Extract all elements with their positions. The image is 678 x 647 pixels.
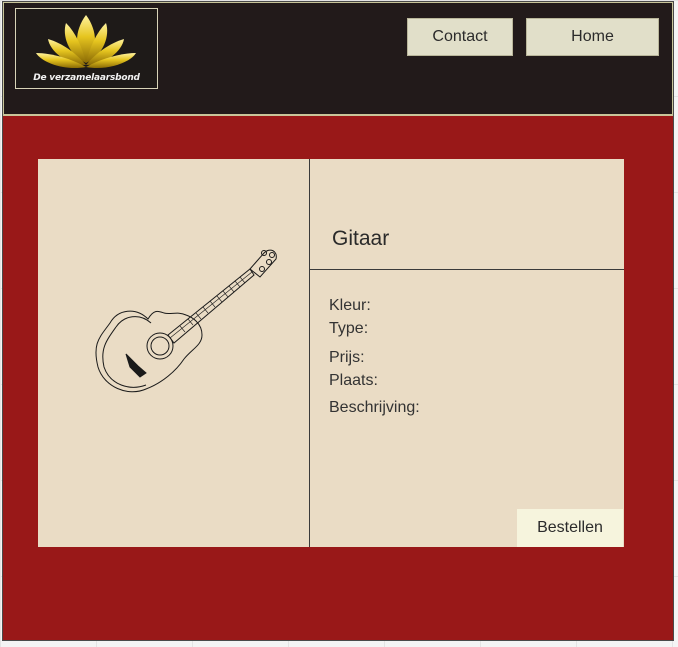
logo-text: De verzamelaarsbond: [33, 73, 140, 83]
page-frame: De verzamelaarsbond Contact Home Gitaar …: [2, 1, 674, 641]
description-label: Beschrijving:: [329, 399, 420, 416]
order-button[interactable]: Bestellen: [517, 509, 623, 547]
lotus-icon: [36, 15, 136, 69]
color-label: Kleur:: [329, 297, 371, 314]
card-divider-vertical: [309, 159, 310, 547]
card-divider-horizontal: [310, 269, 624, 270]
site-logo[interactable]: De verzamelaarsbond: [15, 8, 158, 89]
site-header: De verzamelaarsbond Contact Home: [3, 2, 673, 116]
price-label: Prijs:: [329, 349, 365, 366]
type-label: Type:: [329, 320, 369, 337]
contact-button[interactable]: Contact: [407, 18, 513, 56]
product-card: Gitaar Kleur: Type: Prijs: Plaats: Besch…: [38, 159, 624, 547]
guitar-icon: [95, 249, 277, 393]
product-title: Gitaar: [332, 227, 390, 250]
home-button[interactable]: Home: [526, 18, 659, 56]
location-label: Plaats:: [329, 372, 378, 389]
